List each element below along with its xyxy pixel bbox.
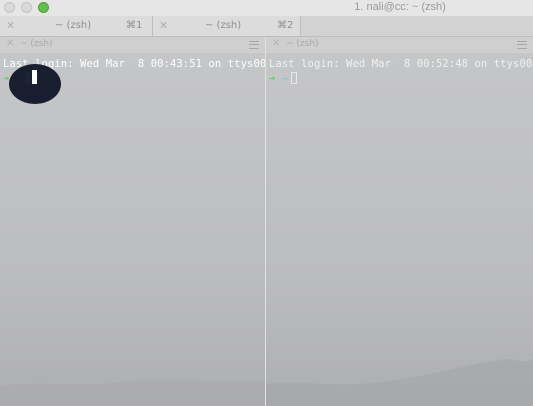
prompt-arrow-icon: ➜ [269,73,276,85]
tab-1[interactable]: ✕ ~ (zsh) ⌘1 [0,16,153,36]
terminal-window: 1. nali@cc: ~ (zsh) ✕ ~ (zsh) ⌘1 ✕ ~ (zs… [0,0,533,406]
window-title: 1. nali@cc: ~ (zsh) [354,1,446,13]
pane-header-left: ✕ ~ (zsh) [0,37,265,53]
tab-label: ~ (zsh) [205,20,242,31]
prompt-arrow-icon: ➜ [3,73,10,85]
text-cursor [25,72,32,84]
pane-close-icon[interactable]: ✕ [272,38,280,49]
pane-header-right: ✕ ~ (zsh) [266,37,533,53]
pane-close-icon[interactable]: ✕ [6,38,14,49]
tab-bar: ✕ ~ (zsh) ⌘1 ✕ ~ (zsh) ⌘2 [0,16,533,37]
pane-menu-icon[interactable] [517,41,527,49]
last-login-line: Last login: Wed Mar 8 00:52:48 on ttys00… [269,58,533,70]
tab-label: ~ (zsh) [55,20,92,31]
tab-shortcut: ⌘1 [126,20,143,31]
pane-menu-icon[interactable] [249,41,259,49]
split-divider[interactable] [265,37,266,406]
text-cursor [291,72,298,84]
pane-title: ~ (zsh) [286,39,319,49]
title-bar[interactable]: 1. nali@cc: ~ (zsh) [0,0,533,16]
minimize-window-button[interactable] [21,2,32,13]
click-cursor-icon [32,70,37,84]
prompt-directory: ~ [281,73,289,85]
terminal-pane-right[interactable]: Last login: Wed Mar 8 00:52:48 on ttys00… [266,53,533,406]
prompt-line: ➜ ~ [3,72,32,85]
tab-shortcut: ⌘2 [277,20,294,31]
tab-2[interactable]: ✕ ~ (zsh) ⌘2 [153,16,301,36]
pane-title: ~ (zsh) [20,39,53,49]
zoom-window-button[interactable] [38,2,49,13]
tab-close-icon[interactable]: ✕ [159,19,168,32]
close-window-button[interactable] [4,2,15,13]
last-login-line: Last login: Wed Mar 8 00:43:51 on ttys00… [3,58,265,70]
tab-close-icon[interactable]: ✕ [6,19,15,32]
terminal-pane-left[interactable]: Last login: Wed Mar 8 00:43:51 on ttys00… [0,53,265,406]
prompt-line: ➜ ~ [269,72,298,85]
prompt-directory: ~ [15,73,23,85]
